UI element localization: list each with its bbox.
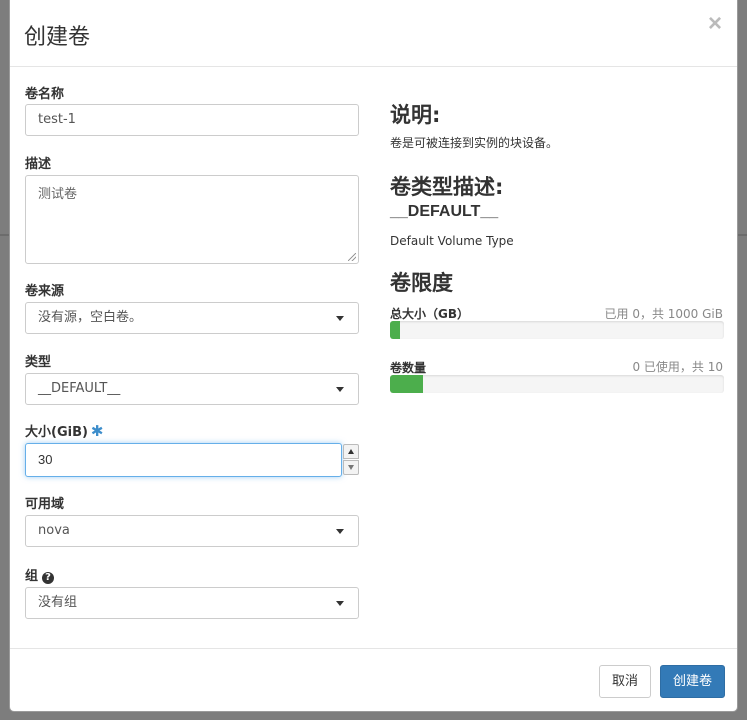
- cancel-button[interactable]: 取消: [599, 665, 651, 698]
- description-label: 描述: [25, 157, 52, 172]
- volume-source-label: 卷来源: [25, 284, 65, 299]
- size-input[interactable]: 30: [25, 443, 342, 477]
- group-label: 组?: [25, 565, 55, 584]
- volume-limits-heading: 卷限度: [390, 271, 453, 295]
- caret-down-icon: [336, 316, 344, 321]
- description-help-text: 卷是可被连接到实例的块设备。: [390, 136, 559, 150]
- caret-down-icon: [336, 387, 344, 392]
- volume-name-label: 卷名称: [25, 87, 65, 102]
- caret-down-icon: [336, 529, 344, 534]
- volume-name-input[interactable]: test-1: [25, 104, 359, 136]
- description-heading: 说明:: [390, 103, 441, 127]
- volume-count-quota-detail: 0 已使用，共 10: [632, 360, 723, 374]
- availability-zone-select[interactable]: nova: [25, 515, 359, 547]
- increment-arrow-icon[interactable]: [343, 444, 359, 459]
- availability-zone-label: 可用域: [25, 497, 65, 512]
- volume-type-label: 类型: [25, 355, 52, 370]
- required-icon: ✱: [90, 422, 104, 440]
- question-circle-icon[interactable]: ?: [42, 572, 55, 584]
- volume-type-value: __DEFAULT__: [38, 381, 121, 396]
- caret-down-icon: [336, 601, 344, 606]
- size-label: 大小(GiB) ✱: [25, 421, 104, 440]
- description-text: 测试卷: [38, 187, 78, 202]
- availability-zone-value: nova: [38, 523, 70, 538]
- volume-count-progress-fill: [390, 375, 424, 393]
- close-icon[interactable]: ×: [706, 12, 724, 36]
- total-size-quota-label: 总大小（GB）: [390, 307, 469, 321]
- resize-grip-icon[interactable]: [348, 253, 356, 261]
- decrement-arrow-icon[interactable]: [343, 460, 359, 475]
- size-stepper: [343, 444, 359, 476]
- dialog-footer: 取消 创建卷: [10, 648, 737, 712]
- volume-type-select[interactable]: __DEFAULT__: [25, 373, 359, 405]
- volume-type-name: __DEFAULT__: [390, 203, 499, 220]
- create-volume-dialog: 创建卷 × 卷名称 test-1 描述 测试卷 卷来源 没有源，空白卷。 类型 …: [9, 0, 738, 712]
- create-volume-button[interactable]: 创建卷: [660, 665, 725, 698]
- total-size-progress-bar: [390, 321, 724, 339]
- volume-type-description: Default Volume Type: [390, 234, 514, 248]
- total-size-quota-detail: 已用 0，共 1000 GiB: [604, 307, 723, 321]
- description-textarea[interactable]: 测试卷: [25, 175, 359, 264]
- group-select[interactable]: 没有组: [25, 587, 359, 619]
- group-label-text: 组: [25, 569, 39, 584]
- total-size-progress-fill: [390, 321, 401, 339]
- size-label-text: 大小(GiB): [25, 425, 88, 440]
- dialog-title: 创建卷: [24, 25, 91, 50]
- volume-source-select[interactable]: 没有源，空白卷。: [25, 302, 359, 334]
- group-value: 没有组: [38, 595, 78, 610]
- volume-count-progress-bar: [390, 375, 724, 393]
- volume-type-heading: 卷类型描述:: [390, 175, 504, 199]
- volume-count-quota-label: 卷数量: [390, 361, 427, 375]
- dialog-header: 创建卷 ×: [10, 0, 737, 67]
- volume-source-value: 没有源，空白卷。: [38, 310, 143, 325]
